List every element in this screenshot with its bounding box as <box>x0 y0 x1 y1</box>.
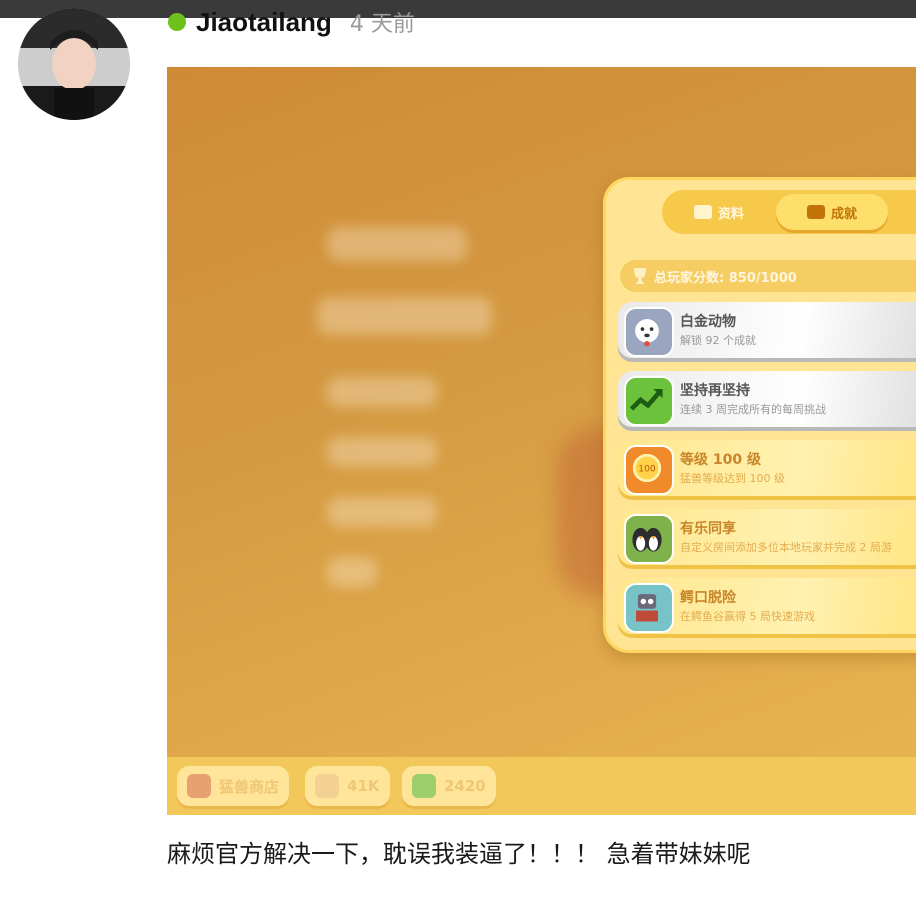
cash-icon <box>412 774 436 798</box>
total-score-label: 总玩家分数: 850/1000 <box>654 270 797 286</box>
bones-currency[interactable]: 41K <box>305 766 390 806</box>
shop-label: 猛兽商店 <box>219 777 280 796</box>
shop-icon <box>187 774 211 798</box>
bone-icon <box>315 774 339 798</box>
panel-tabs: 资料 成就 <box>662 190 916 234</box>
trophy-icon <box>633 268 647 284</box>
achievement-title: 等级 100 级 <box>680 452 761 468</box>
shop-button[interactable]: 猛兽商店 <box>177 766 290 806</box>
post-header: Jiaotailang 4 天前 <box>168 4 415 40</box>
trophy-icon <box>806 205 825 219</box>
achievements-panel: 资料 成就 总玩家分数: 850/1000 白金动物 解锁 92 个成就 坚持再… <box>603 177 916 653</box>
penguins-icon <box>624 514 674 564</box>
tab-profile-label: 资料 <box>717 206 744 222</box>
achievement-item[interactable]: 有乐同享 自定义房间添加多位本地玩家并完成 2 局游 <box>618 509 916 565</box>
achievement-title: 白金动物 <box>680 314 736 330</box>
trend-up-icon <box>624 376 674 426</box>
profile-card-icon <box>693 205 712 219</box>
post-time: 4 天前 <box>349 12 415 37</box>
achievement-item[interactable]: 鳄口脱险 在鳄鱼谷赢得 5 局快速游戏 <box>618 578 916 634</box>
online-status-dot <box>168 13 186 31</box>
total-score-bar: 总玩家分数: 850/1000 <box>620 260 916 292</box>
svg-text:100: 100 <box>638 465 656 475</box>
dog-badge-icon <box>624 307 674 357</box>
achievement-item[interactable]: 坚持再坚持 连续 3 周完成所有的每周挑战 <box>618 371 916 427</box>
robot-icon <box>624 583 674 633</box>
cash-count: 2420 <box>444 777 486 795</box>
bones-count: 41K <box>347 777 380 795</box>
achievement-title: 有乐同享 <box>680 521 736 537</box>
achievement-desc: 连续 3 周完成所有的每周挑战 <box>680 403 826 416</box>
post-comment-text: 麻烦官方解决一下，耽误我装逼了！！！ 急着带妹妹呢 <box>167 840 751 868</box>
username[interactable]: Jiaotailang <box>196 7 332 38</box>
avatar[interactable] <box>18 8 130 120</box>
tab-achievements-label: 成就 <box>830 206 857 222</box>
achievement-desc: 猛兽等级达到 100 级 <box>680 472 785 485</box>
tab-achievements[interactable]: 成就 <box>776 194 888 230</box>
achievement-item[interactable]: 白金动物 解锁 92 个成就 <box>618 302 916 358</box>
tab-profile[interactable]: 资料 <box>666 194 772 230</box>
browser-top-bar <box>0 0 916 18</box>
game-bottom-bar: 猛兽商店 41K 2420 <box>167 757 916 815</box>
cash-currency[interactable]: 2420 <box>402 766 496 806</box>
level-100-icon: 100 <box>624 445 674 495</box>
achievement-title: 鳄口脱险 <box>680 590 736 606</box>
achievement-title: 坚持再坚持 <box>680 383 750 399</box>
achievement-item[interactable]: 100 等级 100 级 猛兽等级达到 100 级 <box>618 440 916 496</box>
post-screenshot[interactable]: 资料 成就 总玩家分数: 850/1000 白金动物 解锁 92 个成就 坚持再… <box>167 67 916 815</box>
achievement-desc: 解锁 92 个成就 <box>680 334 756 347</box>
achievement-desc: 自定义房间添加多位本地玩家并完成 2 局游 <box>680 541 892 554</box>
achievement-desc: 在鳄鱼谷赢得 5 局快速游戏 <box>680 610 815 623</box>
